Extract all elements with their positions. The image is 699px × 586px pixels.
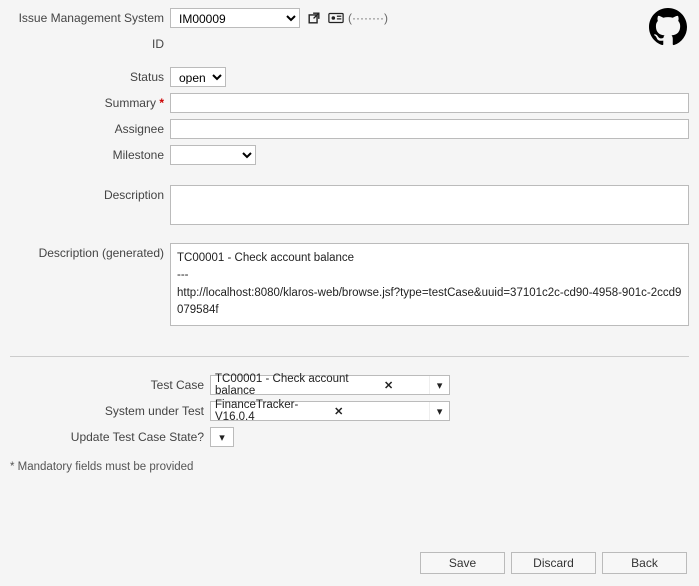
back-button[interactable]: Back [602,552,687,574]
remove-icon[interactable]: ✕ [328,405,349,418]
description-generated-box: TC00001 - Check account balance --- http… [170,243,689,326]
chevron-down-icon: ▾ [219,431,225,444]
label-test-case: Test Case [10,375,210,392]
sut-select[interactable]: FinanceTracker-V16.0.4 ✕ ▾ [210,401,450,421]
label-update-state: Update Test Case State? [10,427,210,444]
mandatory-note: * Mandatory fields must be provided [10,461,689,473]
id-badge-icon[interactable] [328,10,344,26]
summary-input[interactable] [170,93,689,113]
sut-selected: FinanceTracker-V16.0.4 [215,399,328,423]
generated-line: http://localhost:8080/klaros-web/browse.… [177,285,682,320]
chevron-down-icon[interactable]: ▾ [429,376,449,394]
test-case-select[interactable]: TC00001 - Check account balance ✕ ▾ [210,375,450,395]
label-status: Status [10,67,170,84]
label-summary: Summary [10,93,170,110]
label-milestone: Milestone [10,145,170,162]
label-sut: System under Test [10,401,210,418]
section-divider [10,356,689,357]
update-state-select[interactable]: ▾ [210,427,234,447]
chevron-down-icon[interactable]: ▾ [429,402,449,420]
label-description-generated: Description (generated) [10,243,170,260]
button-bar: Save Discard Back [420,552,687,574]
status-select[interactable]: open [170,67,226,87]
generated-line: TC00001 - Check account balance [177,250,682,267]
discard-button[interactable]: Discard [511,552,596,574]
assignee-input[interactable] [170,119,689,139]
label-assignee: Assignee [10,119,170,136]
label-description: Description [10,185,170,202]
save-button[interactable]: Save [420,552,505,574]
description-textarea[interactable] [170,185,689,225]
test-case-selected: TC00001 - Check account balance [215,373,378,397]
external-link-icon[interactable] [306,10,322,26]
label-ims: Issue Management System [10,8,170,25]
generated-line: --- [177,267,682,284]
credentials-mask: (········) [348,11,388,25]
label-id: ID [10,34,170,51]
github-logo [649,8,687,46]
remove-icon[interactable]: ✕ [378,379,399,392]
ims-select[interactable]: IM00009 [170,8,300,28]
milestone-select[interactable] [170,145,256,165]
